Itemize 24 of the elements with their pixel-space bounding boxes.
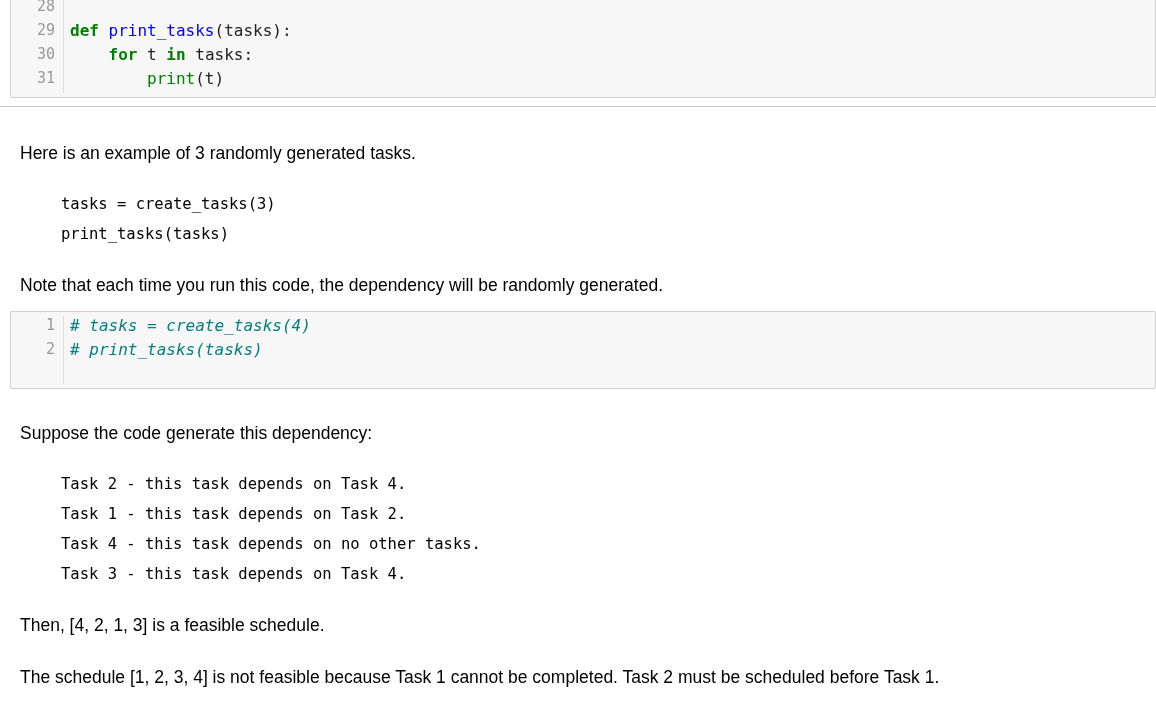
line-number: 2 — [44, 340, 56, 360]
code-line: def print_tasks(tasks): — [70, 21, 292, 42]
paragraph: Suppose the code generate this dependency: — [20, 422, 373, 445]
code-line: print_tasks(tasks) — [61, 224, 229, 245]
code-line: print(t) — [146, 69, 225, 90]
paragraph: Then, [4, 2, 1, 3] is a feasible schedule. — [20, 614, 325, 637]
line-number: 29 — [35, 21, 56, 41]
code-cell[interactable]: 28 29 30 31 def print_tasks(tasks): for t in tasks: print(t) — [10, 0, 1156, 98]
line-number: 28 — [35, 0, 56, 17]
code-line: for t in tasks: — [107, 45, 254, 66]
line-number: 31 — [35, 69, 56, 89]
paragraph: Note that each time you run this code, the dependency will be randomly generated. — [20, 274, 664, 297]
code-line: Task 3 - this task depends on Task 4. — [61, 564, 407, 585]
line-number: 30 — [35, 45, 56, 65]
paragraph: The schedule [1, 2, 3, 4] is not feasible because Task 1 cannot be completed. Task 2 must be scheduled before Task 1. — [20, 666, 940, 689]
line-number: 1 — [44, 316, 56, 336]
code-cell[interactable]: 1 2 # tasks = create_tasks(4) # print_tasks(tasks) — [10, 311, 1156, 389]
code-line: Task 1 - this task depends on Task 2. — [61, 504, 407, 525]
code-line: tasks = create_tasks(3) — [61, 194, 276, 215]
code-line: Task 2 - this task depends on Task 4. — [61, 474, 407, 495]
code-line: # tasks = create_tasks(4) — [70, 316, 311, 337]
code-line: Task 4 - this task depends on no other tasks. — [61, 534, 481, 555]
code-line: # print_tasks(tasks) — [70, 340, 263, 361]
paragraph: Here is an example of 3 randomly generated tasks. — [20, 142, 416, 165]
